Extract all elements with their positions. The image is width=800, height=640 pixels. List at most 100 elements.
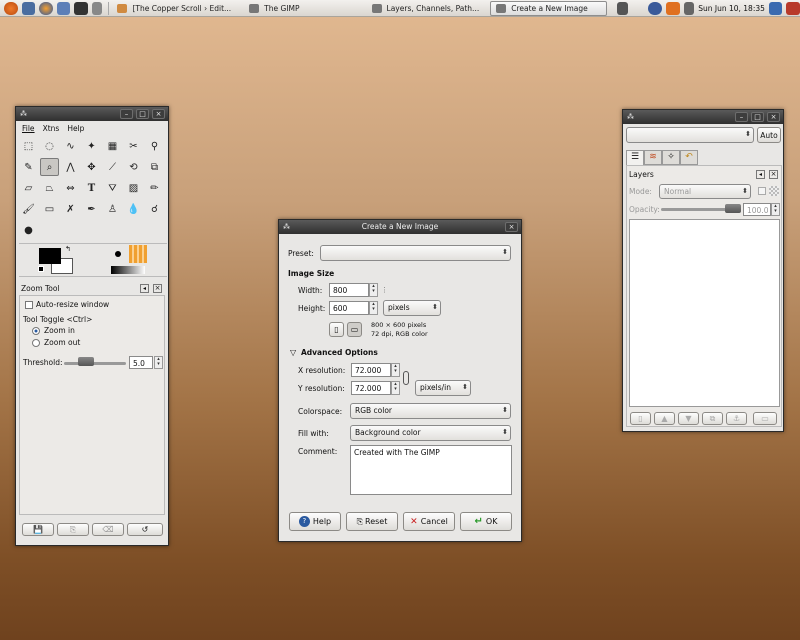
fuzzy-select-tool[interactable]: ✦ [82,137,101,155]
pattern-preview[interactable] [129,245,147,263]
opacity-spinner[interactable]: ▴ ▾ [771,203,780,216]
ink-tool[interactable]: ✒ [82,200,101,218]
anchor-layer-button[interactable]: ⚓ [726,412,747,425]
close-tab-icon[interactable]: × [153,284,162,293]
opacity-slider-handle[interactable] [725,204,741,213]
mail-icon[interactable] [56,1,71,15]
help-button[interactable]: ? Help [289,512,341,531]
perspective-tool[interactable]: ⏢ [40,179,59,197]
dodge-burn-tool[interactable]: ● [19,221,38,239]
ok-button[interactable]: ↵ OK [460,512,512,531]
move-tool[interactable]: ✥ [82,158,101,176]
zoom-tool[interactable]: ⌕ [40,158,59,176]
yres-spinner[interactable]: ▴ ▾ [391,381,400,395]
size-chain-icon[interactable]: ⋮ [381,286,388,294]
width-spinner[interactable]: ▴ ▾ [369,283,378,297]
reset-options-button[interactable]: ↺ [127,523,163,536]
paths-tab-icon[interactable]: ✧ [662,150,680,165]
advanced-options-expander[interactable]: Advanced Options [301,348,378,357]
duplicate-layer-button[interactable]: ⧉ [702,412,723,425]
threshold-slider-handle[interactable] [78,357,94,366]
fill-combo[interactable]: Background color ⬍ [350,425,511,441]
yres-input[interactable]: 72.000 [351,381,391,395]
crop-tool[interactable]: ⟋ [103,158,122,176]
opacity-value[interactable]: 100.0 [743,203,771,216]
landscape-button[interactable]: ▭ [347,322,362,337]
clock[interactable]: Sun Jun 10, 18:35 [698,4,765,13]
pen-icon[interactable] [91,1,102,15]
blend-tool[interactable]: ▨ [124,179,143,197]
xres-spinner[interactable]: ▴ ▾ [391,363,400,377]
window-menu-icon[interactable]: ⁂ [627,113,634,121]
height-spinner[interactable]: ▴ ▾ [369,301,378,315]
task-gimp[interactable]: The GIMP [244,1,304,16]
layers-titlebar[interactable]: ⁂ – □ × [623,110,783,124]
clone-tool[interactable]: ♙ [103,200,122,218]
portrait-button[interactable]: ▯ [329,322,344,337]
task-create-new-image[interactable]: Create a New Image [490,0,607,16]
places-icon[interactable] [21,1,36,15]
pencil-tool[interactable]: ✏ [145,179,164,197]
auto-resize-checkbox[interactable] [25,301,33,309]
restore-options-button[interactable]: ⎘ [57,523,89,536]
layers-list[interactable] [629,219,780,407]
layers-tab-icon[interactable]: ☰ [626,150,644,165]
auto-button[interactable]: Auto [757,127,781,143]
threshold-slider[interactable] [64,362,126,365]
color-select-tool[interactable]: ▦ [103,137,122,155]
close-button[interactable]: × [505,222,518,232]
preset-combo[interactable]: ⬍ [320,245,511,261]
bucket-fill-tool[interactable]: ⛛ [103,179,122,197]
rect-select-tool[interactable]: ⬚ [19,137,38,155]
paths-tool[interactable]: ✎ [19,158,38,176]
brush-preview[interactable] [111,247,125,261]
save-options-button[interactable]: 💾 [22,523,54,536]
flip-tool[interactable]: ⇔ [61,179,80,197]
zoom-in-radio[interactable] [32,327,40,335]
colorspace-combo[interactable]: RGB color ⬍ [350,403,511,419]
expander-arrow-icon[interactable]: ▽ [290,348,296,357]
monitor-icon[interactable] [74,1,88,15]
lower-layer-button[interactable]: ▼ [678,412,699,425]
task-copper-scroll[interactable]: [The Copper Scroll › Edit... [112,1,236,16]
scissors-tool[interactable]: ✂ [124,137,143,155]
measure-tool[interactable]: ⋀ [61,158,80,176]
minimize-button[interactable]: – [735,112,748,122]
ubuntu-menu-icon[interactable] [4,1,18,15]
dialog-titlebar[interactable]: ⁂ Create a New Image × [279,220,521,234]
image-selector-combo[interactable]: ⬍ [626,127,754,143]
menu-file[interactable]: File [22,124,35,133]
maximize-button[interactable]: □ [751,112,764,122]
free-select-tool[interactable]: ∿ [61,137,80,155]
smudge-tool[interactable]: ☌ [145,200,164,218]
default-colors-icon[interactable] [38,266,44,272]
delete-layer-button[interactable]: ▭ [753,412,777,425]
volume-icon[interactable] [683,1,695,15]
rotate-tool[interactable]: ⟲ [124,158,143,176]
pin-icon[interactable]: ◂ [140,284,149,293]
maximize-button[interactable]: □ [136,109,149,119]
blur-tool[interactable]: 💧 [124,200,143,218]
cancel-button[interactable]: ✕ Cancel [403,512,455,531]
unit-combo[interactable]: pixels ⬍ [383,300,441,316]
user-switch-icon[interactable] [768,1,783,15]
text-tool[interactable]: T [82,179,101,197]
keep-transparency-checkbox[interactable] [758,187,766,195]
lock-alpha-icon[interactable] [769,186,779,196]
delete-options-button[interactable]: ⌫ [92,523,124,536]
update-icon[interactable] [666,1,680,15]
workspace-icon[interactable] [616,1,629,15]
foreground-select-tool[interactable]: ⚲ [145,137,164,155]
close-tab-icon[interactable]: × [769,170,778,179]
res-unit-combo[interactable]: pixels/in ⬍ [415,380,471,396]
airbrush-tool[interactable]: ✗ [61,200,80,218]
toolbox-titlebar[interactable]: ⁂ – □ × [16,107,168,121]
gradient-preview[interactable] [111,266,145,274]
scale-tool[interactable]: ⧉ [145,158,164,176]
raise-layer-button[interactable]: ▲ [654,412,675,425]
height-input[interactable]: 600 [329,301,369,315]
swap-colors-icon[interactable]: ↰ [65,245,71,253]
threshold-spinner[interactable]: ▴ ▾ [154,356,163,369]
task-layers[interactable]: Layers, Channels, Path... [367,1,485,16]
pin-icon[interactable]: ◂ [756,170,765,179]
